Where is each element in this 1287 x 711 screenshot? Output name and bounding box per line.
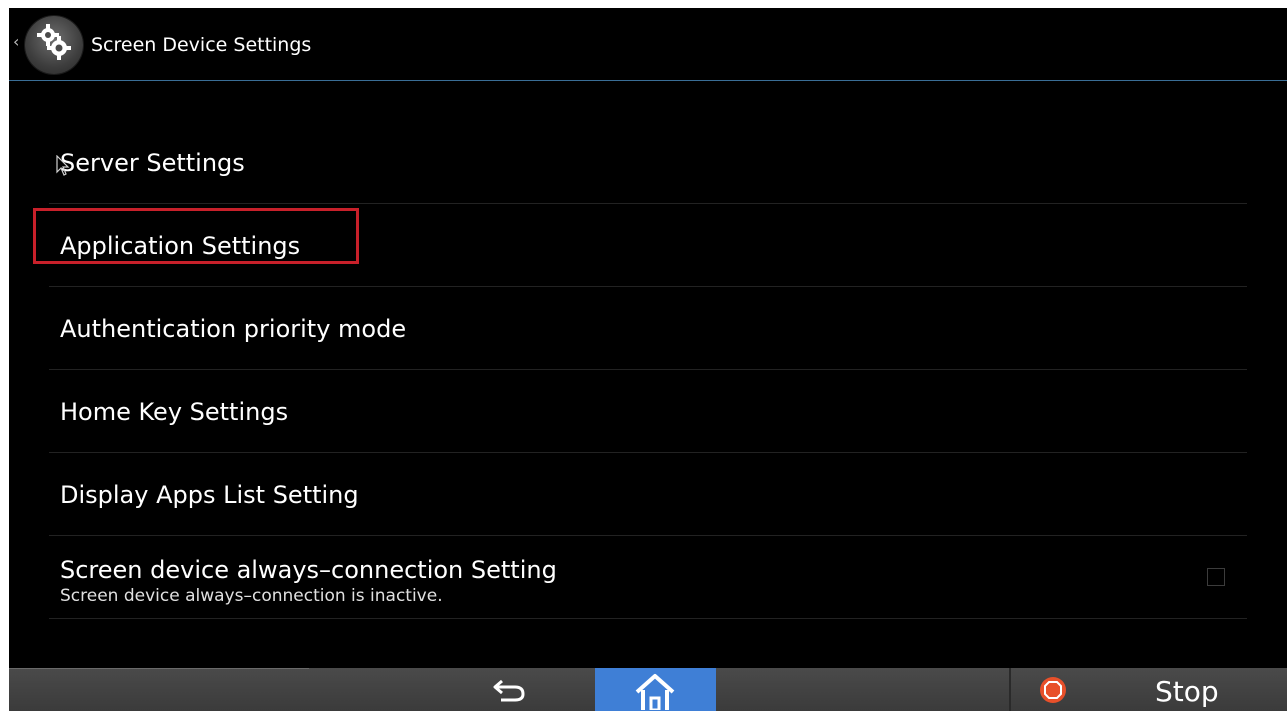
- header-bar: ‹ Screen Device Settings: [9, 8, 1287, 81]
- list-item-screen-device-always-connection[interactable]: Screen device always–connection Setting …: [49, 536, 1247, 619]
- stop-icon[interactable]: [1039, 676, 1067, 704]
- list-item-label: Screen device always–connection Setting: [60, 556, 557, 584]
- gear-icon[interactable]: [25, 16, 83, 74]
- page-title: Screen Device Settings: [91, 34, 312, 56]
- back-arrow-icon: [493, 679, 525, 702]
- home-button[interactable]: [595, 668, 716, 711]
- left-white-strip: [0, 0, 9, 711]
- home-icon: [635, 674, 675, 710]
- list-item-label: Home Key Settings: [60, 398, 289, 426]
- mouse-cursor-icon: [56, 155, 70, 176]
- bottom-navigation-bar: Stop: [9, 668, 1287, 711]
- list-item-label: Display Apps List Setting: [60, 481, 359, 509]
- stop-button[interactable]: Stop: [1155, 676, 1219, 708]
- list-item-display-apps-list-setting[interactable]: Display Apps List Setting: [49, 453, 1247, 536]
- list-item-label: Server Settings: [60, 149, 245, 177]
- list-item-home-key-settings[interactable]: Home Key Settings: [49, 370, 1247, 453]
- list-item-application-settings[interactable]: Application Settings: [33, 204, 1247, 287]
- top-white-strip: [0, 0, 1287, 8]
- bottom-bar-divider: [1009, 668, 1011, 711]
- back-chevron-icon[interactable]: ‹: [13, 34, 19, 50]
- list-item-status-text: Screen device always–connection is inact…: [60, 586, 443, 606]
- always-connection-checkbox[interactable]: [1207, 568, 1225, 586]
- settings-list: Server Settings Application Settings Aut…: [33, 121, 1247, 619]
- bottom-bar-highlight-line: [9, 668, 309, 669]
- list-item-authentication-priority-mode[interactable]: Authentication priority mode: [49, 287, 1247, 370]
- list-item-server-settings[interactable]: Server Settings: [49, 121, 1247, 204]
- back-button[interactable]: [479, 668, 539, 711]
- list-item-label: Authentication priority mode: [60, 315, 407, 343]
- device-screen: ‹ Screen Device Settings Server Settings…: [9, 8, 1287, 711]
- list-item-label: Application Settings: [60, 232, 301, 260]
